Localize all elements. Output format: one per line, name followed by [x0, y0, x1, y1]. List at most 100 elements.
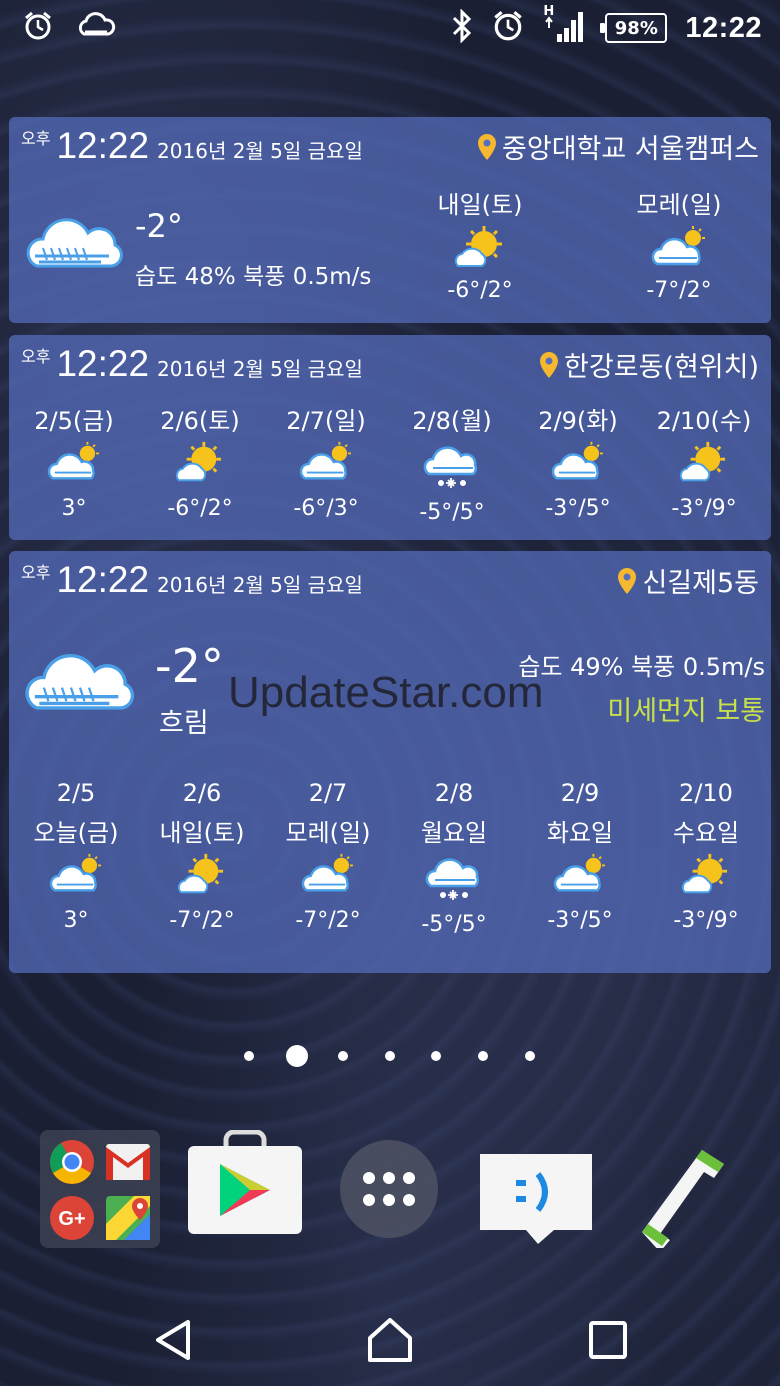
chrome-icon[interactable]	[48, 1138, 96, 1186]
phone-icon[interactable]	[628, 1140, 738, 1248]
forecast-temp: -7°/2°	[646, 278, 712, 303]
forecast-day: 2/7 모레(일) -7°/2°	[268, 779, 388, 933]
cloud-icon	[25, 654, 135, 710]
ampm-label: 오후	[21, 347, 51, 366]
forecast-date: 2/8	[434, 779, 474, 807]
date-label: 2016년 2월 5일 금요일	[157, 573, 363, 597]
clock[interactable]: 12:22	[56, 343, 149, 385]
humidity-wind: 습도 49% 북풍 0.5m/s	[518, 653, 765, 681]
clock[interactable]: 12:22	[56, 125, 149, 167]
weather-widget-2[interactable]: 오후 12:22 2016년 2월 5일 금요일 한강로동(현위치) 2/5(금…	[9, 335, 771, 540]
app-drawer-button[interactable]	[340, 1140, 438, 1238]
cloud-sun-icon	[651, 226, 705, 266]
sun-cloud-icon	[140, 440, 260, 490]
maps-icon[interactable]	[104, 1194, 152, 1242]
forecast-day: 2/8 월요일 -5°/5°	[394, 779, 514, 937]
forecast-label: 내일(토)	[437, 191, 523, 219]
cloud-sun-icon	[16, 852, 136, 902]
forecast-date: 2/7	[308, 779, 348, 807]
forecast-date: 2/9	[560, 779, 600, 807]
forecast-temp: -3°/9°	[671, 496, 737, 521]
sun-cloud-icon	[646, 852, 766, 902]
home-button[interactable]	[362, 1312, 418, 1368]
forecast-day: 2/8(월) -5°/5°	[392, 401, 512, 525]
forecast-label: 2/9(화)	[538, 407, 618, 435]
forecast-temp: 3°	[63, 908, 89, 933]
location[interactable]: 중앙대학교 서울캠퍼스	[476, 127, 759, 166]
forecast-temp: -7°/2°	[295, 908, 361, 933]
fine-dust-label: 미세먼지 보통	[607, 696, 765, 727]
ampm-label: 오후	[21, 129, 51, 148]
forecast-day: 2/9(화) -3°/5°	[518, 401, 638, 521]
forecast-temp: -6°/2°	[167, 496, 233, 521]
weather-icon	[76, 10, 116, 46]
clock[interactable]: 12:22	[56, 559, 149, 601]
app-folder[interactable]: G+	[40, 1130, 160, 1248]
location-label: 한강로동(현위치)	[564, 352, 759, 383]
forecast-label: 수요일	[672, 819, 740, 847]
cloud-snow-icon	[394, 852, 514, 906]
cloud-icon	[26, 218, 123, 268]
location-pin-icon	[540, 351, 559, 378]
forecast-day: 2/5 오늘(금) 3°	[16, 779, 136, 933]
page-dot-active[interactable]	[286, 1045, 308, 1067]
recents-button[interactable]	[580, 1312, 636, 1368]
forecast-temp: -5°/5°	[421, 912, 487, 937]
forecast-label: 월요일	[420, 819, 488, 847]
alarm-icon	[22, 10, 54, 46]
condition-label: 흐림	[159, 708, 209, 739]
weather-widget-1[interactable]: 오후 12:22 2016년 2월 5일 금요일 중앙대학교 서울캠퍼스 -2°…	[9, 117, 771, 323]
page-indicator	[0, 1043, 780, 1073]
play-store-icon[interactable]	[186, 1130, 304, 1236]
forecast-label: 내일(토)	[159, 819, 245, 847]
forecast-date: 2/5	[56, 779, 96, 807]
page-dot[interactable]	[338, 1051, 348, 1061]
page-dot[interactable]	[478, 1051, 488, 1061]
google-plus-icon[interactable]: G+	[48, 1194, 96, 1242]
weather-widget-3[interactable]: 오후 12:22 2016년 2월 5일 금요일 신길제5동 -2° 흐림 습도…	[9, 551, 771, 973]
forecast-temp: 3°	[61, 496, 87, 521]
location[interactable]: 신길제5동	[616, 561, 759, 600]
location-label: 신길제5동	[642, 568, 759, 599]
cloud-sun-icon	[520, 852, 640, 902]
forecast-label: 화요일	[546, 819, 614, 847]
page-dot[interactable]	[431, 1051, 441, 1061]
forecast-label: 모레(일)	[636, 191, 722, 219]
forecast-label: 오늘(금)	[33, 819, 119, 847]
app-drawer-icon	[363, 1172, 415, 1206]
alarm-icon	[491, 9, 525, 47]
forecast-temp: -7°/2°	[169, 908, 235, 933]
network-type-label: H	[543, 4, 555, 19]
messaging-icon[interactable]	[476, 1150, 596, 1248]
watermark: UpdateStar.com	[228, 668, 544, 717]
back-button[interactable]	[148, 1312, 204, 1368]
svg-text:G+: G+	[58, 1208, 85, 1230]
page-dot[interactable]	[385, 1051, 395, 1061]
page-dot[interactable]	[525, 1051, 535, 1061]
forecast-label: 모레(일)	[285, 819, 371, 847]
status-time: 12:22	[685, 11, 762, 44]
forecast-label: 2/5(금)	[34, 407, 114, 435]
forecast-temp: -3°/9°	[673, 908, 739, 933]
location-pin-icon	[618, 567, 637, 594]
forecast-label: 2/10(수)	[656, 407, 752, 435]
location-pin-icon	[478, 133, 497, 160]
current-temp: -2°	[155, 639, 224, 693]
forecast-day: 2/10 수요일 -3°/9°	[646, 779, 766, 933]
forecast-temp: -6°/3°	[293, 496, 359, 521]
gmail-icon[interactable]	[104, 1140, 152, 1184]
forecast-temp: -3°/5°	[547, 908, 613, 933]
forecast-label: 2/8(월)	[412, 407, 492, 435]
location[interactable]: 한강로동(현위치)	[538, 345, 759, 384]
page-dot[interactable]	[244, 1051, 254, 1061]
date-label: 2016년 2월 5일 금요일	[157, 139, 363, 163]
forecast-day: 2/7(일) -6°/3°	[266, 401, 386, 521]
current-temp: -2°	[135, 207, 183, 245]
forecast-temp: -6°/2°	[447, 278, 513, 303]
location-label: 중앙대학교 서울캠퍼스	[502, 134, 759, 165]
battery-icon: 98%	[600, 13, 668, 43]
forecast-label: 2/6(토)	[160, 407, 240, 435]
forecast-day: 내일(토) -6°/2°	[420, 185, 540, 303]
signal-icon: H	[543, 4, 587, 48]
forecast-label: 2/7(일)	[286, 407, 366, 435]
